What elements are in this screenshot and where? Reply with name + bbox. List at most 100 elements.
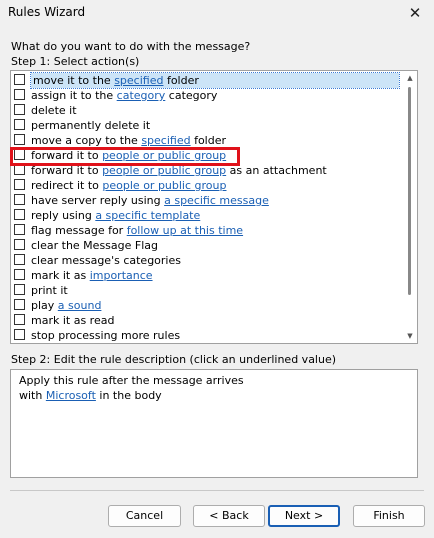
action-text-pre: mark it as read [31, 314, 115, 327]
action-checkbox[interactable] [14, 134, 25, 145]
action-item[interactable]: redirect it to people or public group [11, 178, 405, 193]
scroll-up-icon[interactable]: ▲ [403, 71, 417, 85]
action-text-pre: permanently delete it [31, 119, 151, 132]
action-checkbox[interactable] [14, 269, 25, 280]
action-item[interactable]: mark it as read [11, 313, 405, 328]
action-link[interactable]: people or public group [102, 179, 226, 192]
action-text: move it to the specified folder [30, 72, 400, 89]
action-text-pre: mark it as [31, 269, 90, 282]
action-text-pre: play [31, 299, 58, 312]
action-checkbox[interactable] [14, 209, 25, 220]
action-item[interactable]: clear message's categories [11, 253, 405, 268]
action-item[interactable]: clear the Message Flag [11, 238, 405, 253]
action-text: delete it [31, 104, 77, 117]
action-checkbox[interactable] [14, 74, 25, 85]
action-item[interactable]: move a copy to the specified folder [11, 133, 405, 148]
action-item[interactable]: assign it to the category category [11, 88, 405, 103]
close-button[interactable]: ✕ [402, 2, 428, 24]
action-rows: move it to the specified folder assign it… [11, 72, 405, 343]
action-item[interactable]: flag message for follow up at this time [11, 223, 405, 238]
action-item[interactable]: print it [11, 283, 405, 298]
action-text-post: as an attachment [226, 164, 327, 177]
action-text-post: category [165, 89, 218, 102]
action-text-pre: redirect it to [31, 179, 103, 192]
step1-label: Step 1: Select action(s) [11, 55, 140, 68]
separator [10, 490, 424, 491]
action-link[interactable]: specified [141, 134, 190, 147]
action-checkbox[interactable] [14, 194, 25, 205]
action-item[interactable]: reply using a specific template [11, 208, 405, 223]
action-item[interactable]: stop processing more rules [11, 328, 405, 343]
action-text-pre: print it [31, 284, 68, 297]
action-link[interactable]: importance [90, 269, 153, 282]
action-item[interactable]: have server reply using a specific messa… [11, 193, 405, 208]
action-item[interactable]: delete it [11, 103, 405, 118]
action-checkbox[interactable] [14, 119, 25, 130]
action-text: permanently delete it [31, 119, 150, 132]
description-text: with [19, 389, 46, 402]
description-line-2: with Microsoft in the body [19, 388, 409, 403]
action-text: flag message for follow up at this time [31, 224, 243, 237]
action-item[interactable]: permanently delete it [11, 118, 405, 133]
action-link[interactable]: a specific message [164, 194, 269, 207]
scrollbar[interactable]: ▲ ▼ [403, 71, 417, 343]
action-text-pre: stop processing more rules [31, 329, 181, 342]
scroll-thumb[interactable] [408, 87, 411, 295]
action-link[interactable]: specified [114, 74, 163, 87]
action-checkbox[interactable] [14, 254, 25, 265]
question-label: What do you want to do with the message? [11, 40, 251, 53]
action-text: print it [31, 284, 68, 297]
action-item[interactable]: play a sound [11, 298, 405, 313]
action-text-post: folder [163, 74, 199, 87]
action-link[interactable]: a specific template [95, 209, 200, 222]
action-text-pre: move it to the [33, 74, 115, 87]
action-text: move a copy to the specified folder [31, 134, 226, 147]
action-checkbox[interactable] [14, 179, 25, 190]
action-text: clear the Message Flag [31, 239, 158, 252]
action-text-pre: clear the Message Flag [31, 239, 158, 252]
scroll-down-icon[interactable]: ▼ [403, 329, 417, 343]
action-item[interactable]: mark it as importance [11, 268, 405, 283]
back-button[interactable]: < Back [193, 505, 265, 527]
action-text: reply using a specific template [31, 209, 200, 222]
title-bar: Rules Wizard ✕ [0, 0, 434, 26]
action-text: have server reply using a specific messa… [31, 194, 269, 207]
action-checkbox[interactable] [14, 104, 25, 115]
action-checkbox[interactable] [14, 329, 25, 340]
action-text: play a sound [31, 299, 101, 312]
action-list[interactable]: move it to the specified folder assign it… [10, 70, 418, 344]
action-text: mark it as importance [31, 269, 153, 282]
action-item[interactable]: move it to the specified folder [11, 72, 405, 89]
next-button[interactable]: Next > [268, 505, 340, 527]
action-text-pre: flag message for [31, 224, 127, 237]
description-text: in the body [95, 389, 162, 402]
action-checkbox[interactable] [14, 89, 25, 100]
cancel-button[interactable]: Cancel [108, 505, 181, 527]
action-text: clear message's categories [31, 254, 181, 267]
action-text: stop processing more rules [31, 329, 180, 342]
action-link[interactable]: follow up at this time [127, 224, 243, 237]
action-text-pre: reply using [31, 209, 96, 222]
window-title: Rules Wizard [8, 5, 86, 19]
action-text-pre: have server reply using [31, 194, 165, 207]
action-text-pre: clear message's categories [31, 254, 181, 267]
action-checkbox[interactable] [14, 224, 25, 235]
description-link-microsoft[interactable]: Microsoft [46, 389, 96, 402]
action-text-pre: assign it to the [31, 89, 117, 102]
action-checkbox[interactable] [14, 239, 25, 250]
action-checkbox[interactable] [14, 299, 25, 310]
action-link[interactable]: category [117, 89, 166, 102]
action-link[interactable]: a sound [58, 299, 102, 312]
step2-label: Step 2: Edit the rule description (click… [11, 353, 337, 366]
description-line-1: Apply this rule after the message arrive… [19, 374, 244, 387]
red-highlight-box [10, 147, 240, 166]
action-text-pre: move a copy to the [31, 134, 142, 147]
action-text: mark it as read [31, 314, 114, 327]
action-text: redirect it to people or public group [31, 179, 226, 192]
action-text: assign it to the category category [31, 89, 217, 102]
finish-button[interactable]: Finish [353, 505, 425, 527]
action-text-post: folder [190, 134, 227, 147]
action-checkbox[interactable] [14, 284, 25, 295]
action-checkbox[interactable] [14, 314, 25, 325]
action-text-pre: delete it [31, 104, 77, 117]
